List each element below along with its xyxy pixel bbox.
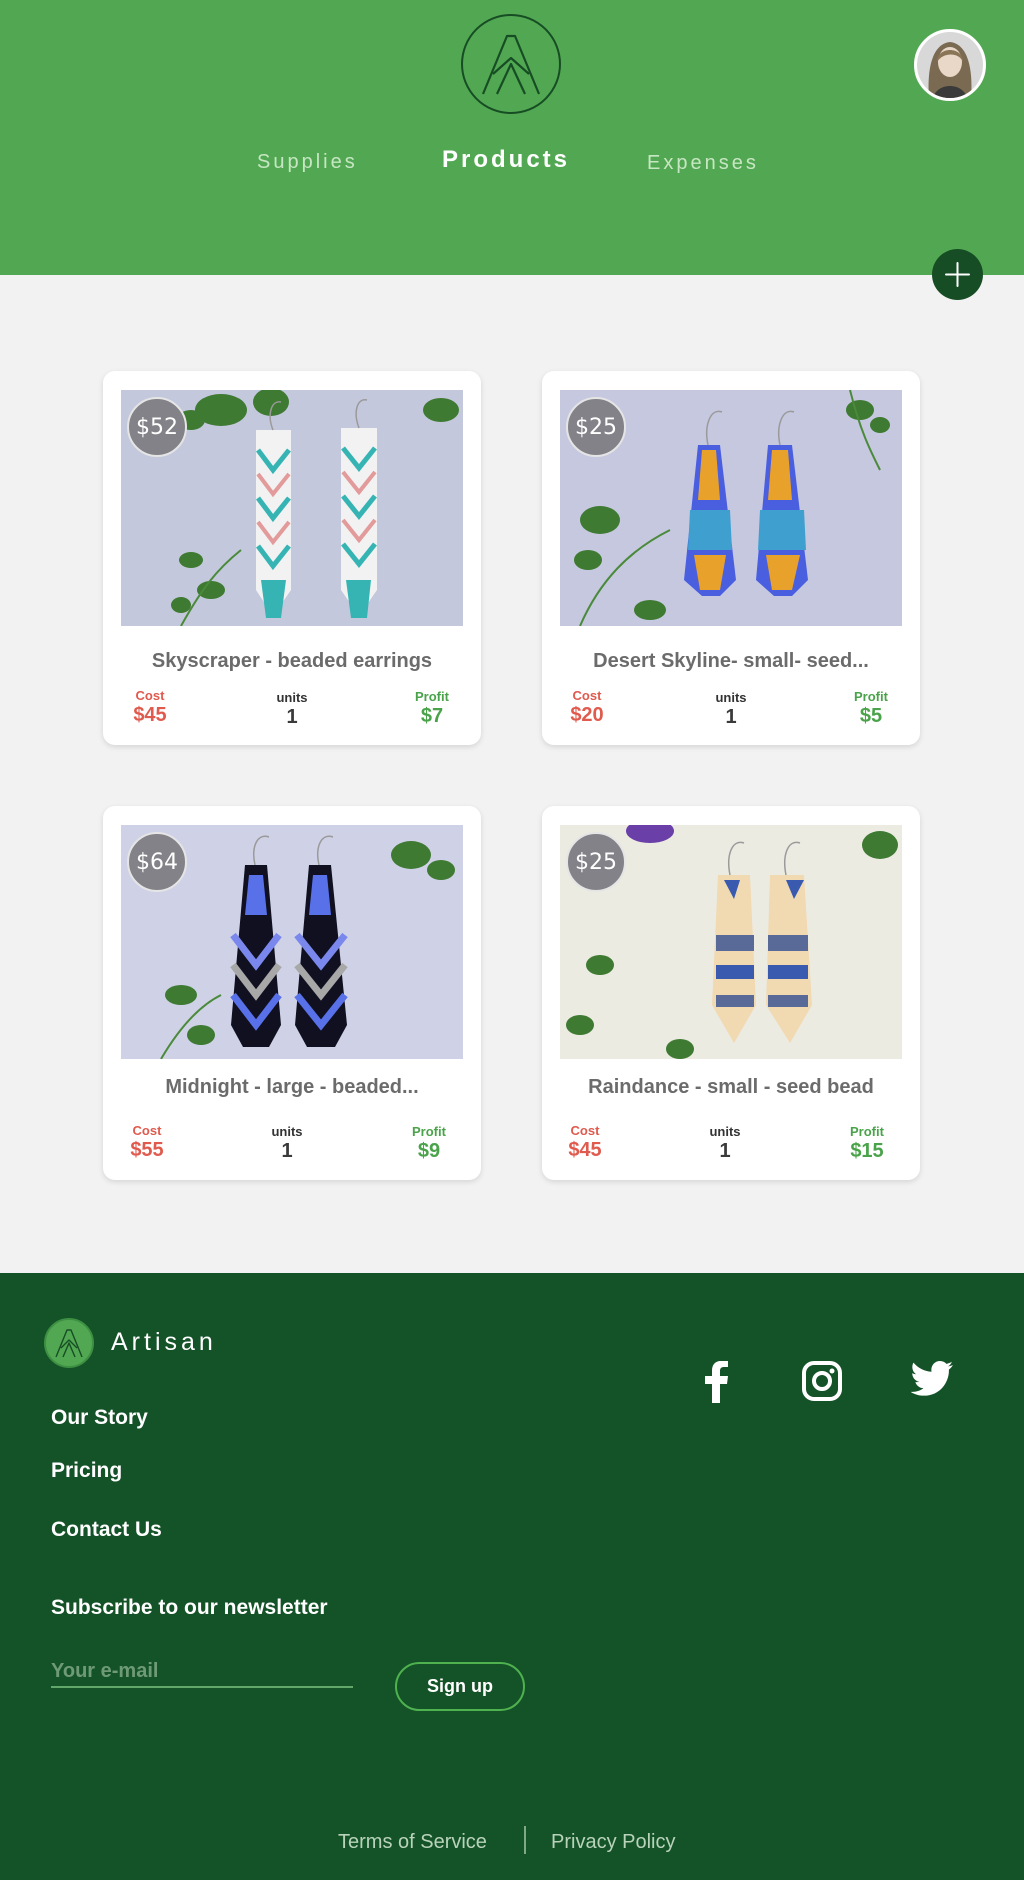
cost-value: $20	[570, 704, 604, 726]
cost-value: $45	[133, 704, 167, 726]
tab-supplies[interactable]: Supplies	[257, 151, 358, 174]
instagram-icon[interactable]	[802, 1361, 842, 1406]
units-value: 1	[719, 1140, 731, 1162]
profit-value: $15	[850, 1140, 884, 1162]
cost-stat: Cost $45	[110, 688, 190, 727]
brand-name: Artisan	[111, 1328, 217, 1356]
product-title: Skyscraper - beaded earrings	[151, 650, 433, 672]
cost-label: Cost	[132, 1123, 162, 1138]
units-stat: units 1	[685, 1124, 765, 1163]
profit-label: Profit	[412, 1124, 446, 1139]
terms-of-service-link[interactable]: Terms of Service	[338, 1831, 487, 1854]
units-label: units	[276, 690, 308, 705]
units-stat: units 1	[252, 690, 332, 729]
artisan-logo-icon[interactable]	[44, 1318, 94, 1368]
footer-link-our-story[interactable]: Our Story	[51, 1406, 148, 1430]
units-value: 1	[286, 706, 298, 728]
units-value: 1	[281, 1140, 293, 1162]
units-value: 1	[725, 706, 737, 728]
profit-stat: Profit $5	[831, 689, 911, 728]
product-card[interactable]: $25 Raindance - small - seed bead Cost $4…	[542, 806, 920, 1180]
footer: Artisan Our Story Pricing Contact Us Sub…	[0, 1273, 1024, 1880]
profit-label: Profit	[854, 689, 888, 704]
user-avatar[interactable]	[914, 29, 986, 101]
add-product-button[interactable]	[932, 249, 983, 300]
profit-label: Profit	[850, 1124, 884, 1139]
price-badge: $25	[566, 832, 626, 892]
units-stat: units 1	[247, 1124, 327, 1163]
artisan-logo-icon[interactable]	[461, 14, 561, 114]
footer-link-pricing[interactable]: Pricing	[51, 1459, 122, 1483]
cost-label: Cost	[135, 688, 165, 703]
product-title: Desert Skyline- small- seed...	[593, 650, 869, 672]
units-label: units	[715, 690, 747, 705]
profit-stat: Profit $7	[392, 689, 472, 728]
product-title: Midnight - large - beaded...	[165, 1076, 419, 1098]
cost-stat: Cost $20	[547, 688, 627, 727]
plus-icon	[945, 262, 970, 287]
cost-label: Cost	[570, 1123, 600, 1138]
cost-label: Cost	[572, 688, 602, 703]
facebook-icon[interactable]	[702, 1360, 730, 1408]
header: Supplies Products Expenses	[0, 0, 1024, 275]
profit-value: $7	[420, 705, 444, 727]
legal-divider	[524, 1826, 526, 1854]
email-field[interactable]	[51, 1656, 353, 1688]
units-stat: units 1	[691, 690, 771, 729]
tab-products[interactable]: Products	[442, 146, 570, 174]
twitter-icon[interactable]	[910, 1361, 953, 1402]
price-badge: $52	[127, 397, 187, 457]
signup-button[interactable]: Sign up	[395, 1662, 525, 1711]
profit-stat: Profit $9	[389, 1124, 469, 1163]
profit-value: $9	[417, 1140, 441, 1162]
price-badge: $64	[127, 832, 187, 892]
profit-label: Profit	[415, 689, 449, 704]
cost-stat: Cost $45	[545, 1123, 625, 1162]
units-label: units	[709, 1124, 741, 1139]
tab-expenses[interactable]: Expenses	[647, 152, 759, 175]
profit-value: $5	[859, 705, 883, 727]
product-title: Raindance - small - seed bead	[588, 1076, 874, 1098]
cost-stat: Cost $55	[107, 1123, 187, 1162]
product-card[interactable]: $52 Skyscraper - beaded earrings Cost $45…	[103, 371, 481, 745]
product-card[interactable]: $25 Desert Skyline- small- seed... Cost $…	[542, 371, 920, 745]
newsletter-title: Subscribe to our newsletter	[51, 1596, 328, 1619]
price-badge: $25	[566, 397, 626, 457]
product-card[interactable]: $64 Midnight - large - beaded... Cost $55…	[103, 806, 481, 1180]
privacy-policy-link[interactable]: Privacy Policy	[551, 1831, 675, 1854]
cost-value: $45	[568, 1139, 602, 1161]
footer-link-contact-us[interactable]: Contact Us	[51, 1518, 162, 1542]
profit-stat: Profit $15	[827, 1124, 907, 1163]
units-label: units	[271, 1124, 303, 1139]
cost-value: $55	[130, 1139, 164, 1161]
